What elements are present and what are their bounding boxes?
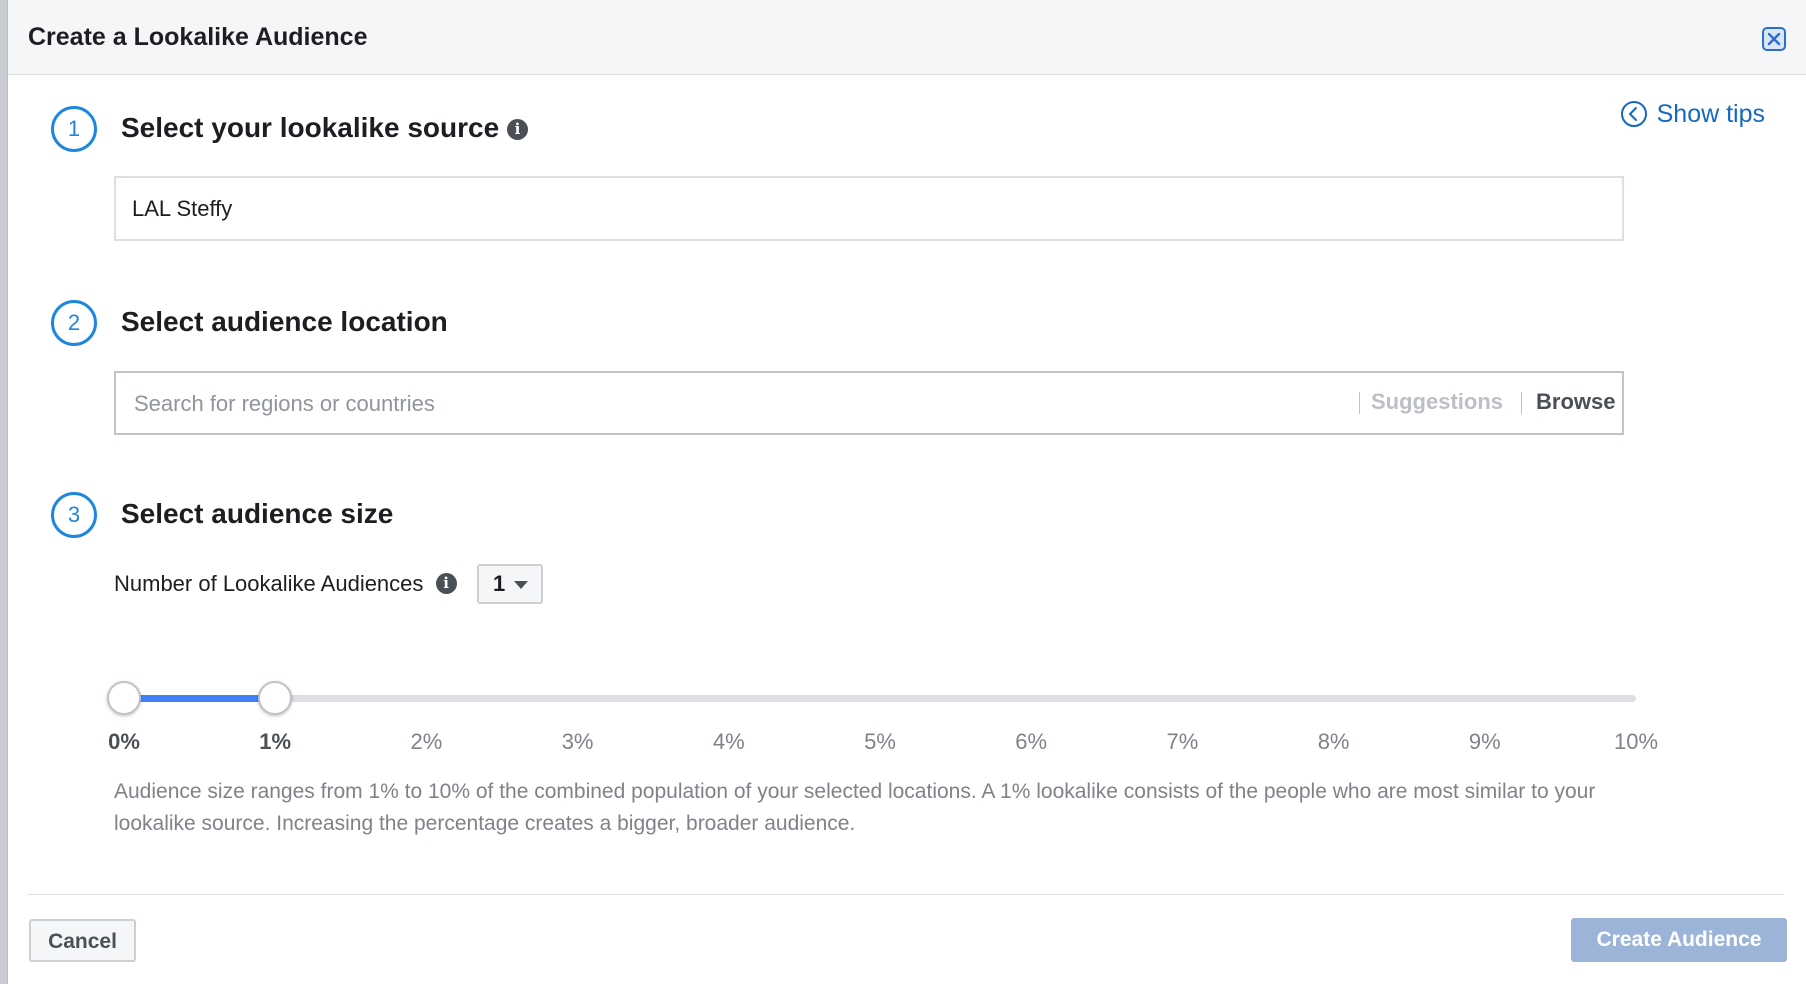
lookalike-count-dropdown[interactable]: 1	[477, 564, 543, 604]
close-button[interactable]	[1762, 27, 1786, 51]
dialog-header: Create a Lookalike Audience	[8, 0, 1806, 75]
close-icon	[1767, 32, 1781, 46]
chevron-left-circle-icon	[1620, 101, 1647, 127]
cancel-button[interactable]: Cancel	[29, 919, 136, 962]
audience-size-description: Audience size ranges from 1% to 10% of t…	[114, 780, 1596, 835]
step-2-title: Select audience location	[121, 306, 448, 337]
dialog-title: Create a Lookalike Audience	[28, 23, 368, 51]
caret-down-icon	[514, 581, 528, 589]
slider-tick-label: 7%	[1166, 729, 1199, 754]
location-search-input[interactable]	[132, 387, 1336, 421]
slider-tick-label: 3%	[561, 729, 594, 754]
info-icon[interactable]: i	[435, 572, 457, 594]
step-2-number: 2	[51, 300, 97, 346]
location-search-box: Suggestions Browse	[114, 371, 1624, 435]
suggestions-link[interactable]: Suggestions	[1371, 389, 1503, 415]
create-audience-button[interactable]: Create Audience	[1571, 918, 1787, 962]
slider-tick-label: 9%	[1468, 729, 1501, 754]
slider-tick-label: 5%	[864, 729, 896, 754]
lookalike-audience-dialog: Create a Lookalike Audience Show tips 1 …	[7, 0, 1806, 984]
slider-start-handle[interactable]	[107, 681, 141, 715]
slider-selected-range	[124, 695, 276, 702]
slider-tick-label: 0%	[108, 729, 140, 754]
slider-tick-label: 4%	[712, 729, 745, 754]
lookalike-count-value: 1	[493, 571, 506, 596]
step-3-title: Select audience size	[121, 498, 394, 529]
lookalike-count-label: Number of Lookalike Audiences i	[114, 571, 457, 597]
show-tips-label: Show tips	[1656, 100, 1765, 128]
footer-divider	[28, 894, 1784, 895]
step-1-number: 1	[51, 106, 97, 152]
slider-tick-label: 1%	[259, 729, 292, 754]
step-1-title: Select your lookalike source i	[121, 112, 528, 144]
slider-tick-label: 6%	[1015, 729, 1048, 754]
slider-tick-label: 8%	[1317, 729, 1350, 754]
lookalike-count-label-text: Number of Lookalike Audiences	[114, 571, 424, 596]
divider	[1359, 392, 1360, 414]
browse-link[interactable]: Browse	[1536, 389, 1615, 415]
step-1-title-text: Select your lookalike source	[121, 112, 500, 143]
step-3-number: 3	[51, 492, 97, 538]
divider	[1521, 392, 1522, 414]
lookalike-source-field[interactable]: LAL Steffy	[114, 176, 1624, 241]
show-tips-link[interactable]: Show tips	[1620, 100, 1765, 129]
slider-end-handle[interactable]	[258, 681, 293, 715]
info-icon[interactable]: i	[506, 119, 528, 141]
slider-track[interactable]	[124, 695, 1636, 702]
page-backdrop	[0, 0, 7, 984]
slider-tick-label: 2%	[410, 729, 443, 754]
slider-tick-label: 10%	[1613, 729, 1659, 754]
